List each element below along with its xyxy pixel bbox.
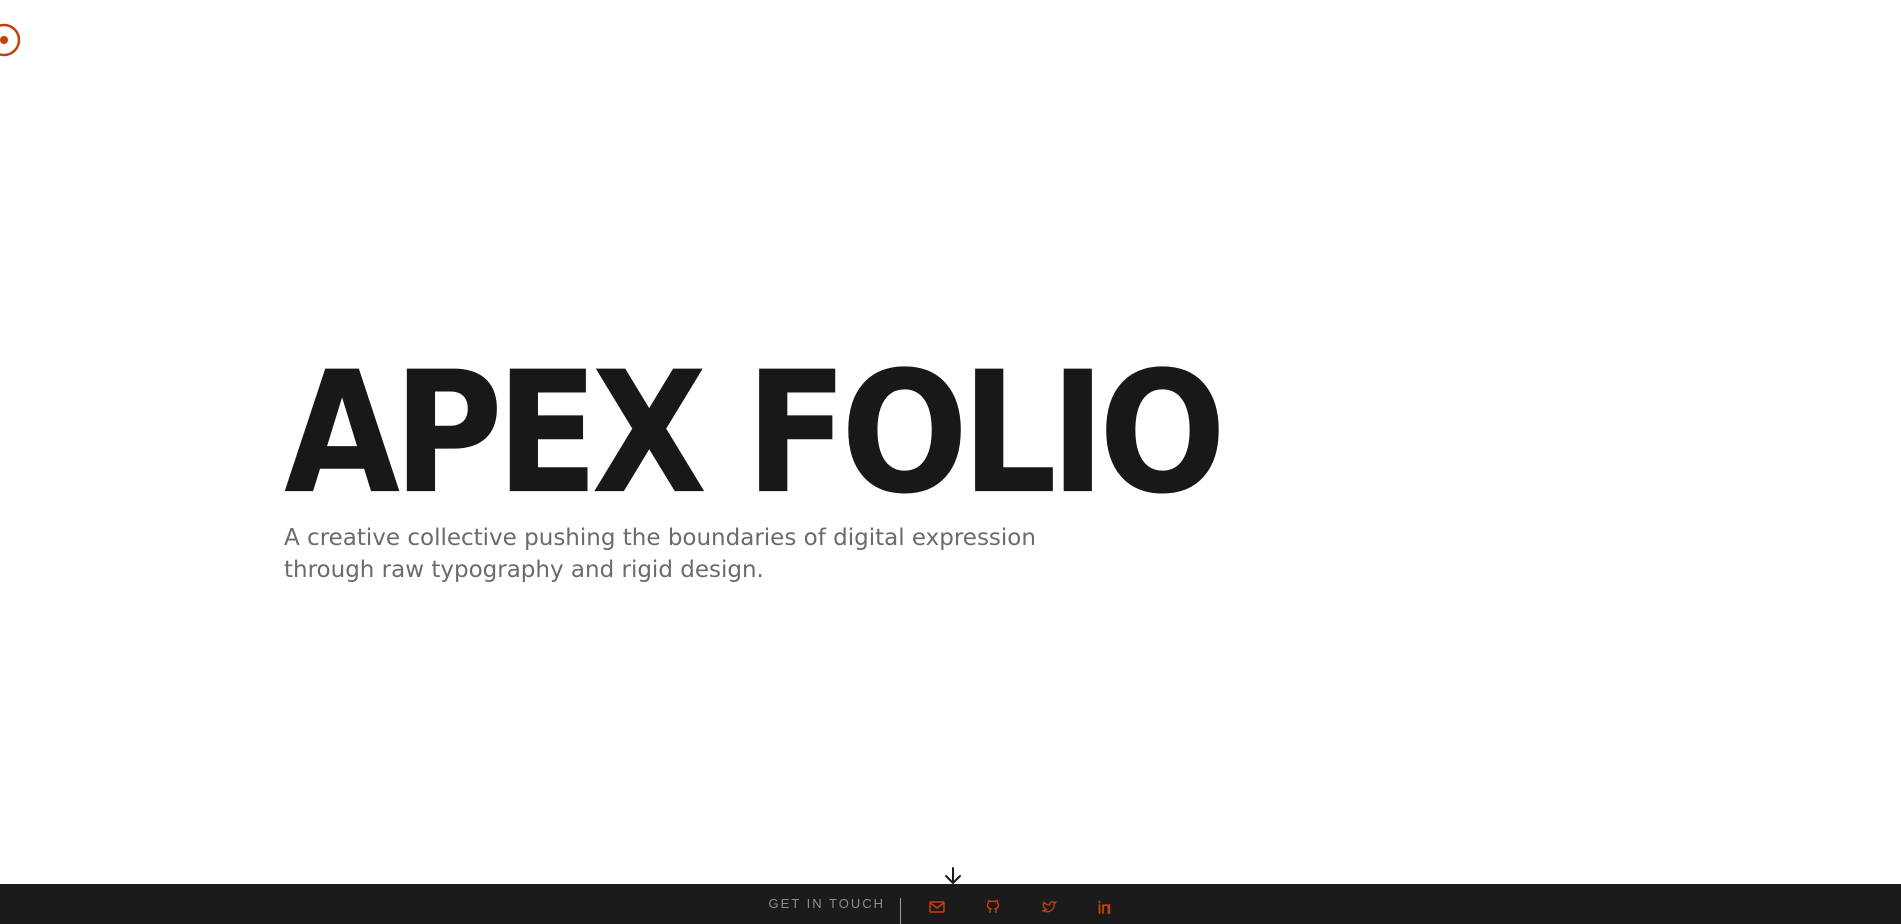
hero-title: APEX FOLIO <box>284 336 1226 532</box>
target-circle-icon <box>0 23 21 57</box>
twitter-link[interactable] <box>1040 898 1058 916</box>
logo-mark[interactable] <box>0 22 22 58</box>
hero-section: APEX FOLIO A creative collective pushing… <box>284 350 1226 583</box>
github-icon <box>986 899 1000 913</box>
mail-icon <box>929 901 945 913</box>
hero-subtitle-line-1: A creative collective pushing the bounda… <box>284 525 1036 551</box>
linkedin-icon <box>1098 900 1111 914</box>
hero-subtitle: A creative collective pushing the bounda… <box>284 522 1064 586</box>
footer-divider <box>900 898 901 924</box>
hero-subtitle-line-2: through raw typography and rigid design. <box>284 557 764 583</box>
twitter-icon <box>1042 901 1057 913</box>
get-in-touch-label: GET IN TOUCH <box>768 896 885 911</box>
email-link[interactable] <box>928 898 946 916</box>
footer-bar: GET IN TOUCH <box>0 884 1901 924</box>
github-link[interactable] <box>984 898 1002 916</box>
linkedin-link[interactable] <box>1096 898 1114 916</box>
